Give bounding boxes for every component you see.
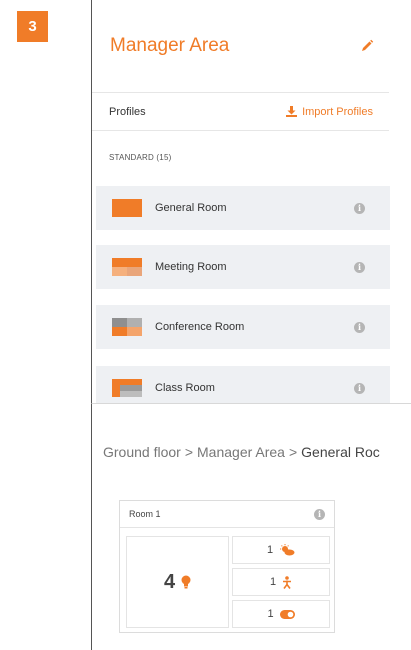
profile-item-conference-room[interactable]: Conference Room i: [96, 305, 390, 349]
info-icon[interactable]: i: [354, 382, 365, 394]
meeting-room-thumbnail-icon: [112, 258, 142, 276]
section-label: STANDARD (15): [109, 153, 172, 162]
breadcrumb: Ground floor > Manager Area > General Roc: [103, 444, 380, 460]
lights-count: 4: [163, 570, 176, 593]
daylight-stat: 1: [232, 536, 330, 564]
info-icon[interactable]: i: [354, 321, 365, 333]
info-icon[interactable]: i: [314, 508, 325, 520]
profiles-row: Profiles Import Profiles: [92, 93, 389, 131]
profile-item-general-room[interactable]: General Room i: [96, 186, 390, 230]
person-icon: [283, 575, 292, 589]
breadcrumb-ground-floor[interactable]: Ground floor: [103, 444, 181, 460]
info-icon[interactable]: i: [354, 261, 365, 273]
panel-header: Manager Area: [92, 0, 389, 93]
occupancy-stat: 1: [232, 568, 330, 596]
lights-tile: 4: [126, 536, 229, 628]
sun-cloud-icon: [280, 544, 295, 556]
import-profiles-button[interactable]: Import Profiles: [286, 106, 373, 118]
occupancy-count: 1: [269, 576, 277, 588]
profile-name: Class Room: [155, 382, 215, 394]
edit-button[interactable]: [355, 34, 379, 58]
class-room-thumbnail-icon: [112, 379, 142, 397]
profile-name: General Room: [155, 202, 227, 214]
profile-item-meeting-room[interactable]: Meeting Room i: [96, 245, 390, 289]
room-header: Room 1 i: [120, 501, 334, 528]
switch-count: 1: [267, 608, 274, 620]
pencil-icon: [362, 39, 374, 51]
panel-title: Manager Area: [110, 35, 230, 56]
conference-room-thumbnail-icon: [112, 318, 142, 336]
switch-stat: 1: [232, 600, 330, 628]
room-name: Room 1: [129, 509, 161, 519]
import-profiles-label: Import Profiles: [302, 105, 373, 118]
profile-name: Meeting Room: [155, 261, 227, 273]
room-stats: 4 1 1 1: [126, 536, 330, 628]
profiles-label: Profiles: [109, 105, 146, 118]
info-icon[interactable]: i: [354, 202, 365, 214]
breadcrumb-manager-area[interactable]: Manager Area: [197, 444, 285, 460]
toggle-icon: [279, 609, 295, 619]
daylight-count: 1: [266, 544, 274, 556]
general-room-thumbnail-icon: [112, 199, 142, 217]
room-card[interactable]: Room 1 i 4 1 1 1: [119, 500, 335, 633]
profile-name: Conference Room: [155, 321, 245, 333]
step-badge: 3: [17, 11, 48, 42]
breadcrumb-current: General Roc: [301, 444, 380, 460]
floor-plan-panel: Ground floor > Manager Area > General Roc Ro…: [91, 403, 411, 650]
breadcrumb-separator: >: [288, 444, 298, 460]
manager-area-panel: Manager Area Profiles Import Profiles ST…: [91, 0, 390, 410]
lightbulb-icon: [181, 575, 191, 589]
download-icon: [286, 106, 298, 117]
breadcrumb-separator: >: [184, 444, 194, 460]
